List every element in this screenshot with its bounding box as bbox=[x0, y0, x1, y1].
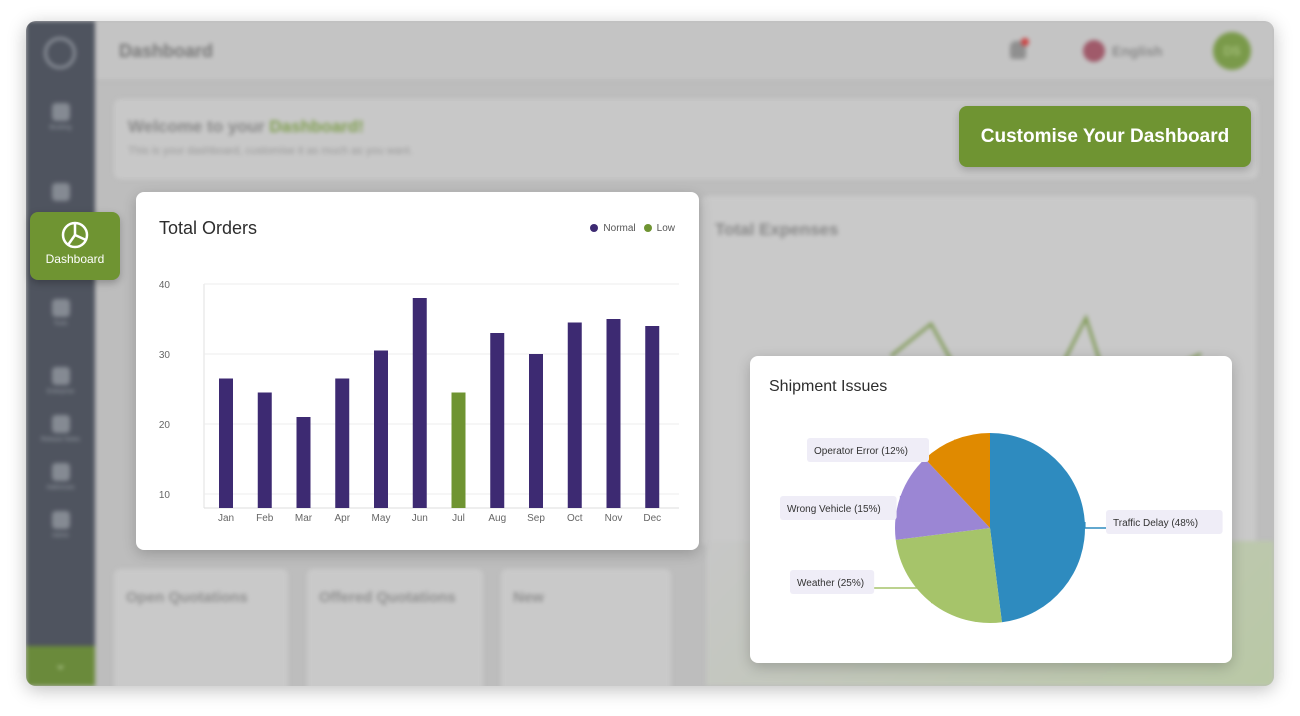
y-tick-label: 40 bbox=[159, 280, 171, 291]
sidebar-item-release-notes[interactable]: Release Notes bbox=[26, 415, 95, 443]
sidebar-item-tools[interactable]: Tools bbox=[26, 299, 95, 327]
x-tick-label: Jun bbox=[412, 513, 428, 524]
x-tick-label: Nov bbox=[605, 513, 623, 524]
bar bbox=[451, 392, 466, 508]
total-orders-card: Total Orders Normal Low 10 20 30 40 Jan Feb Ma… bbox=[136, 192, 699, 550]
bar bbox=[335, 378, 350, 508]
open-quotations-card: Open Quotations bbox=[114, 569, 288, 686]
offered-quotations-card: Offered Quotations bbox=[307, 569, 483, 686]
pie-label: Traffic Delay (48%) bbox=[1113, 518, 1198, 529]
welcome-subtitle: This is your dashboard, customise it as … bbox=[128, 145, 413, 157]
enterprise-icon bbox=[51, 367, 70, 385]
pie-label: Wrong Vehicle (15%) bbox=[787, 504, 881, 515]
app-logo[interactable] bbox=[44, 37, 76, 69]
total-orders-bar-chart: 10 20 30 40 Jan Feb Mar Apr May Jun Jul Aug Sep Oct No… bbox=[159, 280, 679, 524]
bar bbox=[412, 298, 427, 508]
bar bbox=[374, 350, 388, 508]
welcome-title-prefix: Welcome to your bbox=[128, 117, 270, 136]
x-tick-label: Mar bbox=[295, 513, 313, 524]
x-tick-label: Sep bbox=[527, 513, 545, 524]
welcome-title: Welcome to your Dashboard! bbox=[128, 117, 364, 137]
offered-quotations-title: Offered Quotations bbox=[319, 589, 456, 606]
notification-badge bbox=[1021, 38, 1029, 46]
chevron-down-icon: ⌄ bbox=[54, 656, 67, 672]
uk-flag-icon[interactable] bbox=[1083, 40, 1105, 62]
language-selector[interactable]: English bbox=[1112, 43, 1163, 59]
bar bbox=[567, 322, 582, 508]
home-icon bbox=[51, 183, 70, 201]
y-tick-label: 30 bbox=[159, 350, 171, 361]
bar bbox=[529, 354, 543, 508]
sidebar-item-home[interactable] bbox=[26, 183, 95, 205]
x-tick-label: Apr bbox=[334, 513, 350, 524]
x-tick-label: Feb bbox=[256, 513, 274, 524]
bar bbox=[606, 319, 621, 508]
y-tick-label: 10 bbox=[159, 490, 171, 501]
x-tick-label: Dec bbox=[643, 513, 661, 524]
sidebar-item-enterprise[interactable]: Enterprise bbox=[26, 367, 95, 395]
gear-icon bbox=[51, 511, 70, 529]
page-title: Dashboard bbox=[119, 41, 214, 61]
address-icon bbox=[51, 463, 70, 481]
avatar[interactable]: DS bbox=[1213, 32, 1251, 70]
shipment-issues-card: Shipment Issues Traffic Delay (48%) Weath… bbox=[750, 356, 1232, 663]
sidebar: Booking Tools Enterprise Release Notes A… bbox=[26, 21, 95, 686]
x-tick-label: May bbox=[372, 513, 391, 524]
y-tick-label: 20 bbox=[159, 420, 171, 431]
x-tick-label: Jul bbox=[452, 513, 465, 524]
booking-icon bbox=[51, 103, 70, 121]
bar bbox=[645, 326, 660, 508]
pie-label: Operator Error (12%) bbox=[814, 446, 908, 457]
x-tick-label: Aug bbox=[488, 513, 506, 524]
sidebar-item-addresses[interactable]: Addresses bbox=[26, 463, 95, 491]
sidebar-item-label: Dashboard bbox=[45, 252, 105, 266]
open-quotations-title: Open Quotations bbox=[126, 589, 248, 606]
pie-slice bbox=[990, 433, 1085, 623]
tools-icon bbox=[51, 299, 70, 317]
bar bbox=[219, 378, 233, 508]
welcome-title-highlight: Dashboard! bbox=[269, 117, 364, 136]
new-quotations-title: New bbox=[513, 589, 544, 606]
sidebar-item-dashboard[interactable]: Dashboard bbox=[30, 212, 120, 280]
pie-chart-icon bbox=[61, 221, 89, 249]
new-quotations-card: New bbox=[501, 569, 671, 686]
shipment-issues-pie-chart: Traffic Delay (48%) Weather (25%) Wrong Ve… bbox=[780, 433, 1223, 623]
sidebar-item-admin[interactable]: Admin bbox=[26, 511, 95, 539]
document-icon bbox=[51, 415, 70, 433]
x-tick-label: Jan bbox=[218, 513, 234, 524]
pie-label: Weather (25%) bbox=[797, 578, 864, 589]
sidebar-item-booking[interactable]: Booking bbox=[26, 103, 95, 131]
bar bbox=[296, 417, 311, 508]
pie-slice bbox=[895, 528, 1002, 623]
topbar: Dashboard English DS bbox=[95, 21, 1274, 81]
collapse-sidebar-button[interactable]: ⌄ bbox=[26, 646, 95, 686]
customise-dashboard-button[interactable]: Customise Your Dashboard bbox=[959, 106, 1251, 167]
x-tick-label: Oct bbox=[567, 513, 583, 524]
bar bbox=[257, 392, 272, 508]
bar bbox=[490, 333, 505, 508]
